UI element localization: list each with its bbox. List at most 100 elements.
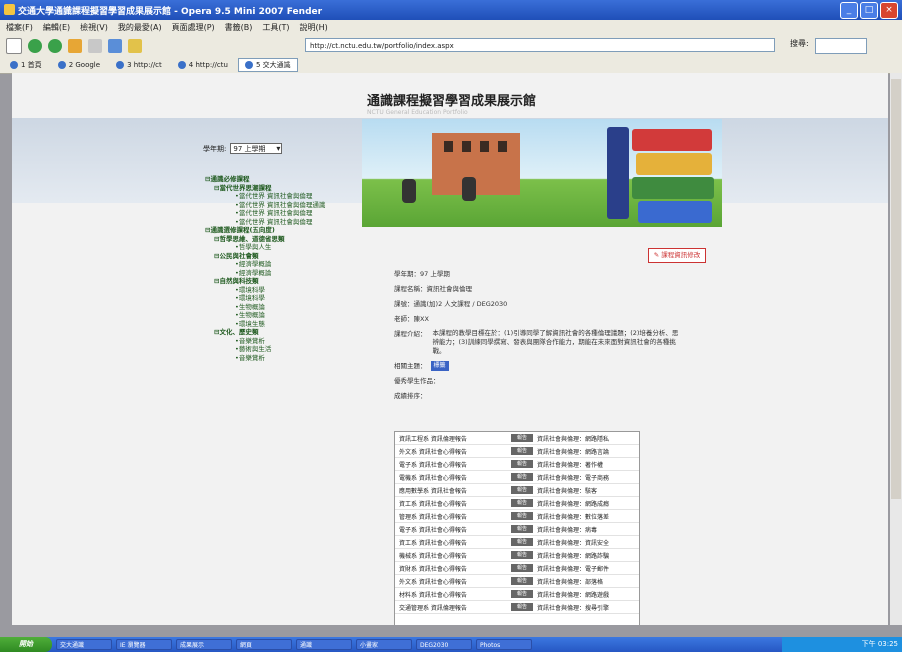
work-title-link[interactable]: 資訊社會與倫理：網路言論	[537, 447, 639, 456]
search-input[interactable]	[815, 38, 867, 54]
work-type-badge: 報告	[511, 538, 533, 546]
table-row[interactable]: 機械系 資訊社會心得報告 報告 資訊社會與倫理：網路詐騙	[395, 549, 639, 562]
taskbar-item[interactable]: IE 瀏覽器	[116, 639, 172, 650]
new-tab-button[interactable]	[6, 38, 22, 54]
tree-item[interactable]: •音樂賞析	[205, 337, 350, 346]
table-row[interactable]: 外文系 資訊社會心得報告 報告 資訊社會與倫理：部落格	[395, 575, 639, 588]
maximize-button[interactable]: □	[860, 2, 878, 19]
opera-icon	[10, 61, 18, 69]
table-row[interactable]: 外文系 資訊社會心得報告 報告 資訊社會與倫理：網路言論	[395, 445, 639, 458]
scrollbar-thumb[interactable]	[891, 79, 901, 499]
table-row[interactable]: 材料系 資訊社會心得報告 報告 資訊社會與倫理：網路遊戲	[395, 588, 639, 601]
edit-course-button[interactable]: ✎ 課程資訊修改	[648, 248, 706, 263]
table-row[interactable]: 管理系 資訊社會心得報告 報告 資訊社會與倫理：數位落差	[395, 510, 639, 523]
home-button[interactable]	[108, 39, 122, 53]
tree-item[interactable]: ⊟當代世界思潮課程	[205, 184, 350, 193]
forward-button[interactable]	[48, 39, 62, 53]
opera-icon	[57, 61, 66, 69]
taskbar-item[interactable]: DEG2030	[416, 639, 472, 650]
table-row[interactable]: 資工系 資訊社會心得報告 報告 資訊社會與倫理：資訊安全	[395, 536, 639, 549]
tree-item[interactable]: •音樂賞析	[205, 354, 350, 363]
tree-item[interactable]: ⊟通識選修課程(五向度)	[205, 226, 350, 235]
tree-item[interactable]: •當代世界 資訊社會與倫理通識	[205, 201, 350, 210]
menu-favorites[interactable]: 我的最愛(A)	[118, 22, 162, 33]
tab-1[interactable]: 1 首頁	[4, 59, 48, 71]
table-row[interactable]: 資財系 資訊社會心得報告 報告 資訊社會與倫理：電子郵件	[395, 562, 639, 575]
tree-item[interactable]: ⊟自然與科技類	[205, 277, 350, 286]
menu-help[interactable]: 說明(H)	[300, 22, 328, 33]
table-row[interactable]: 應用數學系 資訊社會報告 報告 資訊社會與倫理：駭客	[395, 484, 639, 497]
tag-row: 相關主題： 標籤	[394, 361, 734, 371]
table-row[interactable]: 資工系 資訊社會心得報告 報告 資訊社會與倫理：網路成癮	[395, 497, 639, 510]
tree-item[interactable]: ⊟公民與社會類	[205, 252, 350, 261]
tree-item[interactable]: •當代世界 資訊社會與倫理	[205, 192, 350, 201]
tree-item[interactable]: ⊟哲學思維、道德省思類	[205, 235, 350, 244]
tree-item[interactable]: •環境科學	[205, 294, 350, 303]
start-button[interactable]: 開始	[0, 637, 52, 652]
tree-item[interactable]: ⊟文化、歷史類	[205, 328, 350, 337]
work-title-link[interactable]: 資訊社會與倫理：病毒	[537, 525, 639, 534]
tree-item[interactable]: •當代世界 資訊社會與倫理	[205, 209, 350, 218]
tree-item[interactable]: •當代世界 資訊社會與倫理	[205, 218, 350, 227]
tree-item[interactable]: •生物概論	[205, 311, 350, 320]
tree-item[interactable]: ⊟通識必修課程	[205, 175, 350, 184]
menu-view[interactable]: 檢視(V)	[80, 22, 108, 33]
stop-button[interactable]	[88, 39, 102, 53]
close-button[interactable]: ×	[880, 2, 898, 19]
tree-item[interactable]: •環境生態	[205, 320, 350, 329]
work-author: 外文系 資訊社會心得報告	[399, 448, 467, 456]
work-title-link[interactable]: 資訊社會與倫理：數位落差	[537, 512, 639, 521]
work-type-badge: 報告	[511, 551, 533, 559]
tree-item[interactable]: •藝術與生活	[205, 345, 350, 354]
table-row[interactable]: 電子系 資訊社會心得報告 報告 資訊社會與倫理：病毒	[395, 523, 639, 536]
tree-item[interactable]: •環境科學	[205, 286, 350, 295]
tree-item[interactable]: •哲學與人生	[205, 243, 350, 252]
menu-tools[interactable]: 工具(T)	[262, 22, 289, 33]
stop-icon	[88, 39, 102, 53]
address-bar[interactable]: http://ct.nctu.edu.tw/portfolio/index.as…	[305, 38, 775, 52]
tree-item[interactable]: •經濟學概論	[205, 269, 350, 278]
work-title-link[interactable]: 資訊社會與倫理：網路詐騙	[537, 551, 639, 560]
table-row[interactable]: 交通管理系 資訊倫理報告 報告 資訊社會與倫理：搜尋引擎	[395, 601, 639, 614]
work-title-link[interactable]: 資訊社會與倫理：部落格	[537, 577, 639, 586]
tab-5[interactable]: 5 交大通識	[237, 58, 298, 72]
tag-badge[interactable]: 標籤	[430, 361, 449, 371]
work-title-link[interactable]: 資訊社會與倫理：資訊安全	[537, 538, 639, 547]
work-title-link[interactable]: 資訊社會與倫理：網路隱私	[537, 434, 639, 443]
tree-item[interactable]: •生物概論	[205, 303, 350, 312]
taskbar-item[interactable]: Photos	[476, 639, 532, 650]
table-row[interactable]: 電機系 資訊社會心得報告 報告 資訊社會與倫理：電子商務	[395, 471, 639, 484]
table-row[interactable]: 資訊工程系 資訊倫理報告 報告 資訊社會與倫理：網路隱私	[395, 432, 639, 445]
taskbar-item[interactable]: 網頁	[236, 639, 292, 650]
work-title-link[interactable]: 資訊社會與倫理：電子商務	[537, 473, 639, 482]
work-title-link[interactable]: 資訊社會與倫理：網路遊戲	[537, 590, 639, 599]
menu-file[interactable]: 檔案(F)	[6, 22, 33, 33]
minimize-button[interactable]: _	[840, 2, 858, 19]
work-title-link[interactable]: 資訊社會與倫理：搜尋引擎	[537, 603, 639, 612]
work-title-link[interactable]: 資訊社會與倫理：著作權	[537, 460, 639, 469]
menu-edit[interactable]: 編輯(E)	[43, 22, 70, 33]
favorites-button[interactable]	[128, 39, 142, 53]
work-title-link[interactable]: 資訊社會與倫理：電子郵件	[537, 564, 639, 573]
table-row[interactable]: 電子系 資訊社會心得報告 報告 資訊社會與倫理：著作權	[395, 458, 639, 471]
tab-1-label: 1 首頁	[21, 61, 42, 69]
semester-dropdown[interactable]: 97 上學期	[230, 143, 283, 154]
vertical-scrollbar[interactable]	[890, 73, 902, 625]
taskbar-item[interactable]: 通識	[296, 639, 352, 650]
menu-bookmarks[interactable]: 書籤(B)	[225, 22, 253, 33]
tag-label: 相關主題：	[394, 362, 427, 370]
reload-button[interactable]	[68, 39, 82, 53]
tab-3[interactable]: 3 http://ct	[110, 60, 168, 70]
work-title-link[interactable]: 資訊社會與倫理：網路成癮	[537, 499, 639, 508]
menu-page[interactable]: 頁面處理(P)	[172, 22, 215, 33]
work-type-badge: 報告	[511, 460, 533, 468]
work-title-link[interactable]: 資訊社會與倫理：駭客	[537, 486, 639, 495]
tree-item[interactable]: •經濟學概論	[205, 260, 350, 269]
back-button[interactable]	[28, 39, 42, 53]
taskbar-item[interactable]: 交大通識	[56, 639, 112, 650]
taskbar-item[interactable]: 成果展示	[176, 639, 232, 650]
list-label: 成績排序：	[394, 392, 427, 400]
taskbar-item[interactable]: 小畫家	[356, 639, 412, 650]
tab-4[interactable]: 4 http://ctu	[172, 60, 234, 70]
tab-2[interactable]: 2 Google	[52, 60, 106, 70]
